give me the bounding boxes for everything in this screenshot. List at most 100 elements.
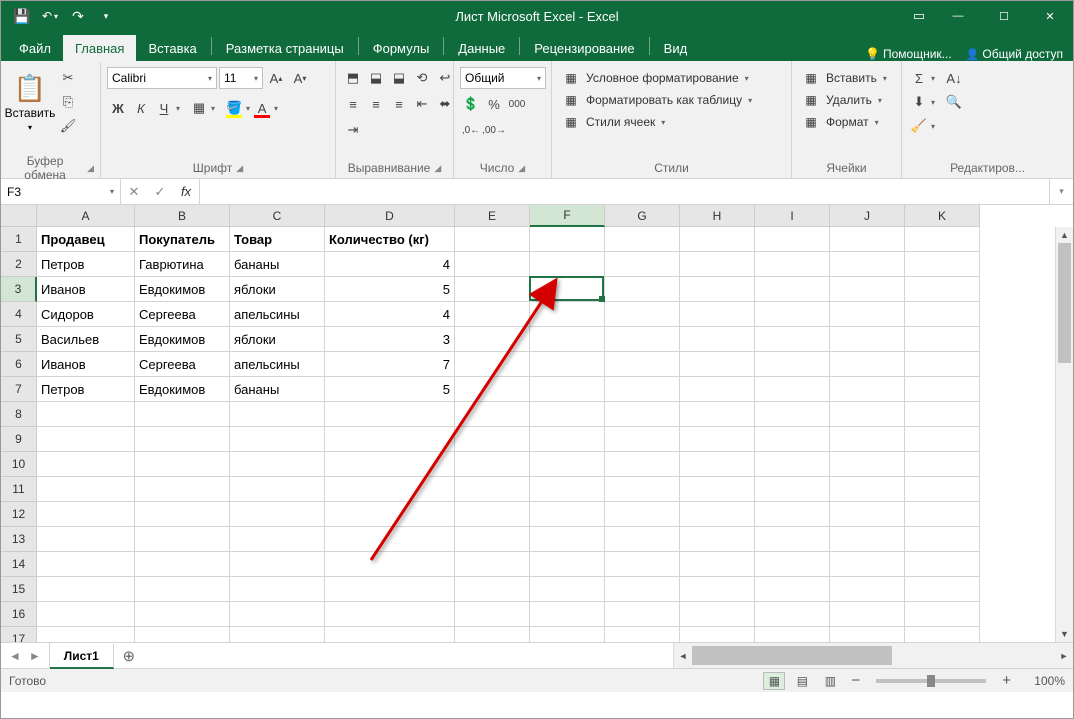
cell-C11[interactable] — [230, 477, 325, 502]
cell-B2[interactable]: Гаврютина — [135, 252, 230, 277]
cell-D17[interactable] — [325, 627, 455, 642]
cell-K14[interactable] — [905, 552, 980, 577]
expand-formula-bar[interactable]: ▾ — [1049, 179, 1073, 204]
cell-F11[interactable] — [530, 477, 605, 502]
cell-C14[interactable] — [230, 552, 325, 577]
clipboard-dialog[interactable]: ◢ — [87, 163, 94, 174]
fill-button[interactable]: ⬇ — [908, 91, 930, 113]
cell-H12[interactable] — [680, 502, 755, 527]
cell-B9[interactable] — [135, 427, 230, 452]
cell-C3[interactable]: яблоки — [230, 277, 325, 302]
cell-E2[interactable] — [455, 252, 530, 277]
cell-B17[interactable] — [135, 627, 230, 642]
cell-F14[interactable] — [530, 552, 605, 577]
col-header-I[interactable]: I — [755, 205, 830, 227]
cancel-edit[interactable]: ✕ — [121, 184, 147, 200]
cell-J6[interactable] — [830, 352, 905, 377]
paste-button[interactable]: 📋 Вставить▾ — [7, 67, 53, 139]
cell-A17[interactable] — [37, 627, 135, 642]
cell-H15[interactable] — [680, 577, 755, 602]
cell-I5[interactable] — [755, 327, 830, 352]
cell-K8[interactable] — [905, 402, 980, 427]
cell-J9[interactable] — [830, 427, 905, 452]
cell-A4[interactable]: Сидоров — [37, 302, 135, 327]
cell-J5[interactable] — [830, 327, 905, 352]
cell-A6[interactable]: Иванов — [37, 352, 135, 377]
cell-B16[interactable] — [135, 602, 230, 627]
cell-K6[interactable] — [905, 352, 980, 377]
cell-C9[interactable] — [230, 427, 325, 452]
cell-E1[interactable] — [455, 227, 530, 252]
tab-view[interactable]: Вид — [652, 35, 700, 62]
cell-C1[interactable]: Товар — [230, 227, 325, 252]
cell-D10[interactable] — [325, 452, 455, 477]
cell-I3[interactable] — [755, 277, 830, 302]
cell-K12[interactable] — [905, 502, 980, 527]
col-header-H[interactable]: H — [680, 205, 755, 227]
cell-I12[interactable] — [755, 502, 830, 527]
cell-B10[interactable] — [135, 452, 230, 477]
cell-A11[interactable] — [37, 477, 135, 502]
align-dialog[interactable]: ◢ — [434, 163, 441, 174]
cell-G6[interactable] — [605, 352, 680, 377]
cell-E3[interactable] — [455, 277, 530, 302]
vertical-scrollbar[interactable]: ▲ ▼ — [1055, 227, 1073, 642]
cell-B7[interactable]: Евдокимов — [135, 377, 230, 402]
cell-J13[interactable] — [830, 527, 905, 552]
cell-J4[interactable] — [830, 302, 905, 327]
tell-me[interactable]: Помощник... — [865, 47, 952, 61]
cell-F4[interactable] — [530, 302, 605, 327]
cell-F17[interactable] — [530, 627, 605, 642]
border-button[interactable]: ▦ — [188, 97, 210, 119]
col-header-A[interactable]: A — [37, 205, 135, 227]
cell-K3[interactable] — [905, 277, 980, 302]
cell-A9[interactable] — [37, 427, 135, 452]
cell-G12[interactable] — [605, 502, 680, 527]
grow-font[interactable]: A▴ — [265, 67, 287, 89]
tab-insert[interactable]: Вставка — [136, 35, 208, 62]
cell-H11[interactable] — [680, 477, 755, 502]
cell-H13[interactable] — [680, 527, 755, 552]
cell-K2[interactable] — [905, 252, 980, 277]
cell-K5[interactable] — [905, 327, 980, 352]
zoom-slider[interactable] — [876, 679, 986, 683]
align-left[interactable]: ≡ — [342, 93, 364, 115]
cell-I15[interactable] — [755, 577, 830, 602]
cell-K15[interactable] — [905, 577, 980, 602]
select-all-corner[interactable] — [1, 205, 37, 227]
cell-B8[interactable] — [135, 402, 230, 427]
cell-E14[interactable] — [455, 552, 530, 577]
sort-filter[interactable]: A↓ — [943, 67, 965, 89]
cell-I8[interactable] — [755, 402, 830, 427]
autosum[interactable]: Σ — [908, 67, 930, 89]
save-button[interactable]: 💾 — [9, 3, 35, 29]
insert-function[interactable]: fx — [173, 184, 199, 199]
col-header-E[interactable]: E — [455, 205, 530, 227]
cell-I9[interactable] — [755, 427, 830, 452]
cell-B12[interactable] — [135, 502, 230, 527]
row-header-15[interactable]: 15 — [1, 577, 37, 602]
cell-D2[interactable]: 4 — [325, 252, 455, 277]
cell-H5[interactable] — [680, 327, 755, 352]
cell-styles[interactable]: ▦Стили ячеек▾ — [558, 111, 669, 133]
cell-K9[interactable] — [905, 427, 980, 452]
cell-F2[interactable] — [530, 252, 605, 277]
cell-F6[interactable] — [530, 352, 605, 377]
underline-button[interactable]: Ч — [153, 97, 175, 119]
cell-D16[interactable] — [325, 602, 455, 627]
cell-E6[interactable] — [455, 352, 530, 377]
cell-F15[interactable] — [530, 577, 605, 602]
cell-F10[interactable] — [530, 452, 605, 477]
decrease-decimal[interactable]: ,00→ — [483, 119, 505, 141]
col-header-D[interactable]: D — [325, 205, 455, 227]
cell-D3[interactable]: 5 — [325, 277, 455, 302]
cell-B4[interactable]: Сергеева — [135, 302, 230, 327]
hscroll-thumb[interactable] — [692, 646, 892, 665]
cell-C15[interactable] — [230, 577, 325, 602]
accounting-format[interactable]: 💲 — [460, 93, 482, 115]
comma-format[interactable]: 000 — [506, 93, 528, 115]
cell-C5[interactable]: яблоки — [230, 327, 325, 352]
cell-B6[interactable]: Сергеева — [135, 352, 230, 377]
cell-G2[interactable] — [605, 252, 680, 277]
tab-data[interactable]: Данные — [446, 35, 517, 62]
